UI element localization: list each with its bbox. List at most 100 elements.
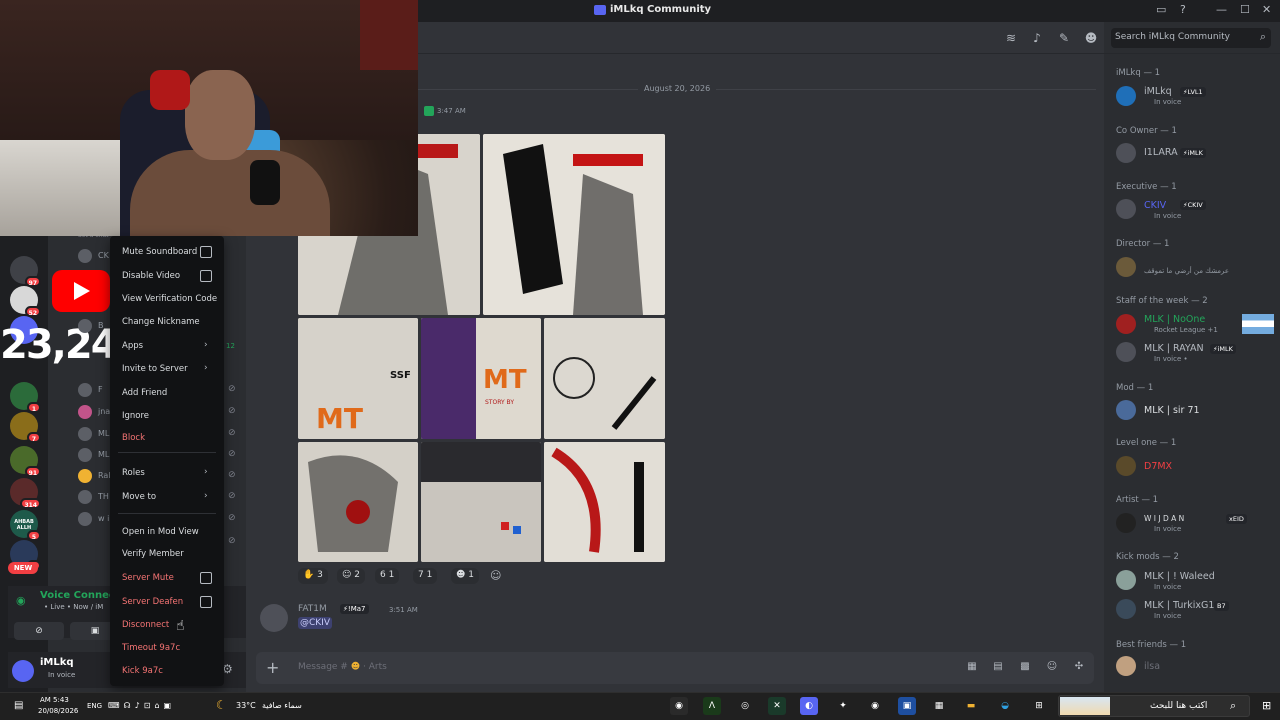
- reaction[interactable]: ☺ 2: [337, 568, 365, 584]
- maximize-icon[interactable]: ☐: [1240, 3, 1250, 16]
- close-icon[interactable]: ✕: [1262, 3, 1271, 16]
- user-avatar[interactable]: [12, 660, 34, 682]
- menu-move-to[interactable]: Move to: [122, 492, 156, 502]
- avatar[interactable]: [1116, 143, 1136, 163]
- avatar[interactable]: [1116, 314, 1136, 334]
- member-name[interactable]: MLK | TurkixG1: [1144, 600, 1214, 611]
- menu-view-verification-code[interactable]: View Verification Code: [122, 294, 217, 304]
- avatar[interactable]: [1116, 599, 1136, 619]
- guild-icon[interactable]: 97: [10, 256, 41, 287]
- member-name[interactable]: MLK | NoOne: [1144, 314, 1205, 325]
- art-image[interactable]: [544, 442, 665, 562]
- camera-button[interactable]: ⊘: [14, 622, 64, 640]
- discord-icon[interactable]: ◐: [800, 697, 818, 715]
- tray-icons[interactable]: ⌨☊♪⊡⌂▣: [108, 701, 175, 710]
- menu-server-mute[interactable]: Server Mute: [122, 573, 174, 583]
- menu-open-in-mod-view[interactable]: Open in Mod View: [122, 527, 199, 537]
- art-image[interactable]: SSF MT: [298, 318, 418, 439]
- avatar[interactable]: [1116, 513, 1136, 533]
- menu-ignore[interactable]: Ignore: [122, 411, 149, 421]
- art-image[interactable]: MT STORY BY: [421, 318, 541, 439]
- reaction[interactable]: ✋ 3: [298, 568, 328, 584]
- inbox-icon[interactable]: ▭: [1156, 3, 1166, 16]
- guild-icon[interactable]: 52: [10, 286, 41, 317]
- avatar[interactable]: [1116, 400, 1136, 420]
- author-name[interactable]: FAT1M: [298, 604, 327, 614]
- mute-soundboard-checkbox[interactable]: [200, 246, 212, 258]
- member-name[interactable]: CKIV: [1144, 200, 1166, 211]
- reaction[interactable]: 6 1: [375, 568, 400, 584]
- add-reaction-icon[interactable]: ☺: [490, 569, 501, 582]
- avatar[interactable]: [1116, 257, 1136, 277]
- reaction[interactable]: 7 1: [413, 568, 438, 584]
- chrome-icon[interactable]: ◉: [866, 697, 884, 715]
- app-icon[interactable]: ✦: [834, 697, 852, 715]
- attach-icon[interactable]: +: [266, 658, 279, 677]
- weather-text[interactable]: سماء صافية: [262, 701, 302, 710]
- member-name[interactable]: MLK | ! Waleed: [1144, 571, 1215, 582]
- avatar[interactable]: [1116, 86, 1136, 106]
- guild-icon[interactable]: 7: [10, 412, 41, 443]
- member-name[interactable]: D7MX: [1144, 461, 1172, 472]
- obs-icon[interactable]: ◎: [736, 697, 754, 715]
- guild-icon[interactable]: 314: [10, 478, 41, 509]
- menu-block[interactable]: Block: [122, 433, 145, 443]
- member-name[interactable]: MLK | RAYAN: [1144, 343, 1204, 354]
- gif-icon[interactable]: ▤: [992, 661, 1004, 673]
- members-icon[interactable]: ☻: [1084, 31, 1098, 45]
- windows-icon[interactable]: ⊞: [1262, 699, 1271, 712]
- menu-invite-to-server[interactable]: Invite to Server: [122, 364, 188, 374]
- bell-icon[interactable]: ♪: [1030, 31, 1044, 45]
- temperature[interactable]: 33°C: [236, 701, 256, 710]
- gift-icon[interactable]: ▦: [966, 661, 978, 673]
- avatar[interactable]: [1116, 656, 1136, 676]
- help-icon[interactable]: ?: [1180, 3, 1186, 16]
- folder-icon[interactable]: ▬: [962, 697, 980, 715]
- clock-date[interactable]: 20/08/2026: [38, 707, 78, 715]
- store-icon[interactable]: ▦: [930, 697, 948, 715]
- member-name[interactable]: iMLkq: [1144, 86, 1172, 97]
- menu-change-nickname[interactable]: Change Nickname: [122, 317, 200, 327]
- guild-icon[interactable]: AHBAB ALLH 5: [10, 510, 41, 541]
- menu-kick[interactable]: Kick 9a7c: [122, 666, 163, 676]
- emoji-icon[interactable]: ☺: [1046, 661, 1058, 673]
- art-image[interactable]: [544, 318, 665, 439]
- menu-server-deafen[interactable]: Server Deafen: [122, 597, 183, 607]
- reaction[interactable]: ☻ 1: [451, 568, 479, 584]
- search-input[interactable]: Search iMLkq Community ⌕: [1111, 28, 1271, 48]
- server-mute-checkbox[interactable]: [200, 572, 212, 584]
- member-name[interactable]: I1LARA: [1144, 147, 1178, 158]
- user-mention[interactable]: @CKIV: [298, 617, 332, 629]
- menu-mute-soundboard[interactable]: Mute Soundboard: [122, 247, 197, 257]
- art-image[interactable]: [298, 442, 418, 562]
- art-image[interactable]: [483, 134, 665, 315]
- server-deafen-checkbox[interactable]: [200, 596, 212, 608]
- menu-roles[interactable]: Roles: [122, 468, 145, 478]
- member-name[interactable]: ilsa: [1144, 661, 1160, 672]
- app-icon[interactable]: Λ: [703, 697, 721, 715]
- guild-icon[interactable]: 1: [10, 382, 41, 413]
- menu-add-friend[interactable]: Add Friend: [122, 388, 167, 398]
- pin-icon[interactable]: ✎: [1057, 31, 1071, 45]
- threads-icon[interactable]: ≋: [1004, 31, 1018, 45]
- art-image[interactable]: [421, 442, 541, 562]
- sticker-icon[interactable]: ▩: [1019, 661, 1031, 673]
- member-name[interactable]: MLK | sir 71: [1144, 405, 1200, 416]
- edge-icon[interactable]: ◒: [996, 697, 1014, 715]
- app-icon[interactable]: ✕: [768, 697, 786, 715]
- member-name[interactable]: W I J D A N: [1144, 514, 1184, 523]
- chrome-icon[interactable]: ◉: [670, 697, 688, 715]
- menu-timeout[interactable]: Timeout 9a7c: [122, 643, 180, 653]
- avatar[interactable]: [1116, 570, 1136, 590]
- language-indicator[interactable]: ENG: [87, 702, 102, 710]
- avatar[interactable]: [1116, 342, 1136, 362]
- menu-verify-member[interactable]: Verify Member: [122, 549, 184, 559]
- avatar[interactable]: [1116, 199, 1136, 219]
- author-avatar[interactable]: [260, 604, 288, 632]
- outlook-icon[interactable]: ▣: [898, 697, 916, 715]
- guild-icon[interactable]: 91: [10, 446, 41, 477]
- avatar[interactable]: [1116, 456, 1136, 476]
- clock-time[interactable]: AM 5:43: [40, 696, 69, 704]
- apps-icon[interactable]: ✣: [1073, 661, 1085, 673]
- task-view-icon[interactable]: ⊞: [1030, 697, 1048, 715]
